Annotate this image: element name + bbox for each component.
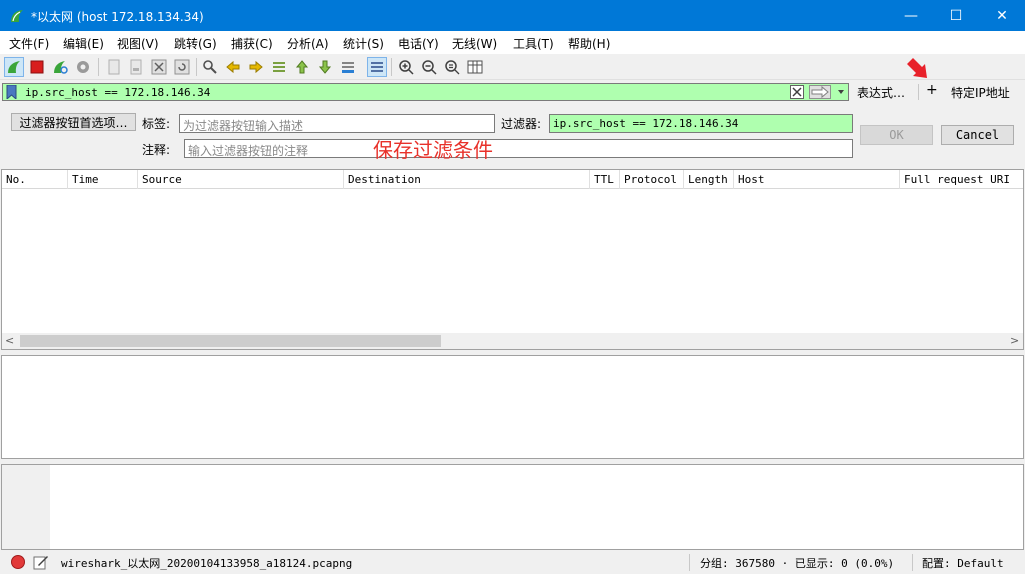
menu-analyze[interactable]: 分析(A) <box>287 35 329 52</box>
filter-button-editor: 过滤器按钮首选项… 标签: 为过滤器按钮输入描述 过滤器: ip.src_hos… <box>0 104 1025 168</box>
menu-go[interactable]: 跳转(G) <box>174 35 217 52</box>
minimize-button[interactable]: — <box>888 0 934 31</box>
normal-size-icon[interactable] <box>442 57 462 77</box>
filter-button-preferences-button[interactable]: 过滤器按钮首选项… <box>11 113 136 131</box>
reload-file-icon[interactable] <box>172 57 192 77</box>
find-packet-icon[interactable] <box>200 57 220 77</box>
autoscroll-icon[interactable] <box>338 57 358 77</box>
menu-edit[interactable]: 编辑(E) <box>63 35 104 52</box>
packet-list-header: No. Time Source Destination TTL Protocol… <box>2 170 1023 189</box>
column-header-no[interactable]: No. <box>2 170 68 189</box>
first-packet-icon[interactable] <box>292 57 312 77</box>
menu-capture[interactable]: 捕获(C) <box>231 35 273 52</box>
resize-columns-icon[interactable] <box>465 57 485 77</box>
menu-statistics[interactable]: 统计(S) <box>343 35 384 52</box>
maximize-button[interactable]: ☐ <box>933 0 979 31</box>
filter-button-specific-ip[interactable]: 特定IP地址 <box>951 84 1010 101</box>
capture-options-icon[interactable] <box>73 57 93 77</box>
stop-capture-icon[interactable] <box>27 57 47 77</box>
menu-file[interactable]: 文件(F) <box>9 35 49 52</box>
last-packet-icon[interactable] <box>315 57 335 77</box>
comment-label: 注释: <box>142 143 171 157</box>
add-filter-button[interactable]: + <box>926 82 938 98</box>
column-header-time[interactable]: Time <box>68 170 138 189</box>
menu-view[interactable]: 视图(V) <box>117 35 159 52</box>
bookmark-icon[interactable] <box>6 85 17 99</box>
zoom-in-icon[interactable] <box>396 57 416 77</box>
status-bar: wireshark_以太网_20200104133958_a18124.pcap… <box>0 551 1025 574</box>
close-button[interactable]: ✕ <box>979 0 1025 31</box>
save-file-icon[interactable] <box>126 57 146 77</box>
bytes-offset-gutter <box>2 465 50 549</box>
label-label: 标签: <box>142 117 171 131</box>
scroll-right-icon[interactable]: > <box>1010 334 1019 347</box>
chevron-down-icon[interactable] <box>836 85 846 99</box>
packet-details-pane[interactable] <box>1 355 1024 459</box>
zoom-out-icon[interactable] <box>419 57 439 77</box>
column-header-protocol[interactable]: Protocol <box>620 170 684 189</box>
comment-input[interactable]: 输入过滤器按钮的注释 <box>184 139 853 158</box>
apply-filter-icon[interactable] <box>809 85 831 99</box>
window-title: *以太网 (host 172.18.134.34) <box>31 10 204 24</box>
display-filter-bar: ip.src_host == 172.18.146.34 表达式… + 特定IP… <box>0 81 1025 103</box>
restart-capture-icon[interactable] <box>50 57 70 77</box>
capture-comment-icon[interactable] <box>33 554 49 570</box>
horizontal-scrollbar[interactable]: < > <box>2 333 1023 349</box>
menu-tools[interactable]: 工具(T) <box>513 35 554 52</box>
profile-name[interactable]: 配置: Default <box>922 555 1004 571</box>
title-bar: *以太网 (host 172.18.134.34) — ☐ ✕ <box>0 0 1025 31</box>
red-arrow-icon <box>907 58 927 78</box>
menu-telephony[interactable]: 电话(Y) <box>398 35 439 52</box>
column-header-source[interactable]: Source <box>138 170 344 189</box>
label-input[interactable]: 为过滤器按钮输入描述 <box>179 114 495 133</box>
packet-list[interactable]: No. Time Source Destination TTL Protocol… <box>1 169 1024 350</box>
go-to-packet-icon[interactable] <box>269 57 289 77</box>
menu-help[interactable]: 帮助(H) <box>568 35 610 52</box>
main-toolbar <box>0 54 1025 80</box>
scrollbar-thumb[interactable] <box>20 335 441 347</box>
filter-input[interactable]: ip.src_host == 172.18.146.34 <box>549 114 853 133</box>
column-header-length[interactable]: Length <box>684 170 734 189</box>
go-back-icon[interactable] <box>223 57 243 77</box>
display-filter-text: ip.src_host == 172.18.146.34 <box>25 86 211 99</box>
start-capture-icon[interactable] <box>4 57 24 77</box>
clear-filter-icon[interactable] <box>790 85 804 99</box>
expert-info-icon[interactable] <box>11 555 25 569</box>
menu-bar: 文件(F) 编辑(E) 视图(V) 跳转(G) 捕获(C) 分析(A) 统计(S… <box>0 31 1025 54</box>
display-filter-input[interactable]: ip.src_host == 172.18.146.34 <box>2 83 849 101</box>
cancel-button[interactable]: Cancel <box>941 125 1014 145</box>
scroll-left-icon[interactable]: < <box>5 334 14 347</box>
packet-bytes-pane[interactable] <box>1 464 1024 550</box>
column-header-destination[interactable]: Destination <box>344 170 590 189</box>
wireshark-icon <box>11 10 23 22</box>
ok-button[interactable]: OK <box>860 125 933 145</box>
open-file-icon[interactable] <box>104 57 124 77</box>
annotation-text: 保存过滤条件 <box>373 138 493 162</box>
column-header-host[interactable]: Host <box>734 170 900 189</box>
column-header-full-request-uri[interactable]: Full request URI <box>900 170 1023 189</box>
filter-label: 过滤器: <box>501 117 542 131</box>
packet-count: 分组: 367580 · 已显示: 0 (0.0%) <box>700 557 895 570</box>
expression-button[interactable]: 表达式… <box>857 84 905 101</box>
capture-file-name: wireshark_以太网_20200104133958_a18124.pcap… <box>61 557 353 570</box>
column-header-ttl[interactable]: TTL <box>590 170 620 189</box>
colorize-icon[interactable] <box>367 57 387 77</box>
go-forward-icon[interactable] <box>246 57 266 77</box>
close-file-icon[interactable] <box>149 57 169 77</box>
menu-wireless[interactable]: 无线(W) <box>452 35 497 52</box>
